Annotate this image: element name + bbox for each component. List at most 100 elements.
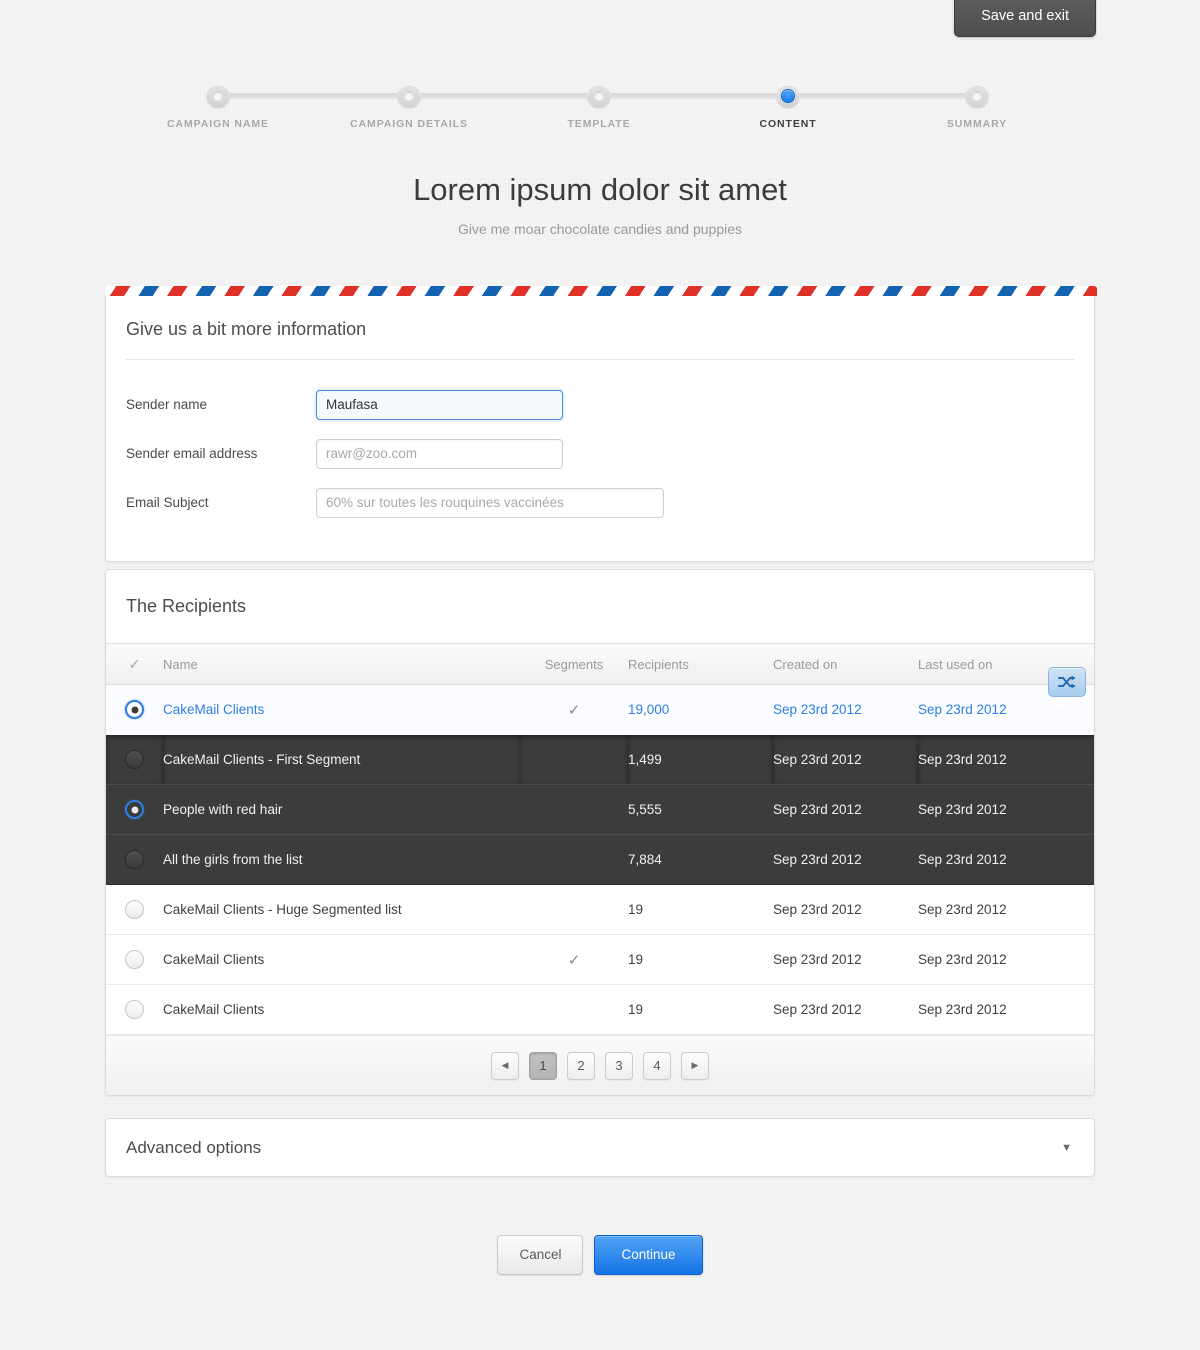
row-radio-cell[interactable]: [106, 684, 163, 735]
sender-name-input[interactable]: [316, 389, 563, 420]
row-recipients: 5,555: [628, 784, 773, 835]
radio-button[interactable]: [125, 1000, 144, 1019]
email-subject-input[interactable]: [316, 487, 664, 518]
recipients-table: ✓ Name Segments Recipients Created on La…: [106, 643, 1094, 1035]
radio-button[interactable]: [125, 749, 144, 769]
row-name[interactable]: All the girls from the list: [163, 834, 520, 885]
row-recipients: 7,884: [628, 834, 773, 885]
row-segments: [520, 734, 628, 785]
advanced-options-title: Advanced options: [126, 1137, 262, 1157]
row-recipients: 19,000: [628, 684, 773, 735]
recipients-title: The Recipients: [126, 596, 247, 616]
row-last-used-on: Sep 23rd 2012: [918, 784, 1094, 835]
row-recipients: 19: [628, 934, 773, 985]
pagination-page-3[interactable]: 3: [605, 1051, 633, 1080]
row-created-on: Sep 23rd 2012: [773, 884, 918, 935]
save-and-exit-button[interactable]: Save and exit: [954, 0, 1096, 37]
row-name[interactable]: CakeMail Clients: [163, 934, 520, 985]
header-recipients[interactable]: Recipients: [628, 643, 773, 685]
pagination: ◀ 1 2 3 4 ▶: [106, 1035, 1094, 1095]
chevron-down-icon[interactable]: ▼: [1061, 1142, 1094, 1154]
step-campaign-name[interactable]: CAMPAIGN NAME: [138, 70, 298, 130]
pagination-next[interactable]: ▶: [681, 1051, 709, 1080]
continue-button[interactable]: Continue: [594, 1235, 703, 1275]
radio-button[interactable]: [125, 800, 144, 819]
row-created-on: Sep 23rd 2012: [773, 934, 918, 985]
popover-pointer: [1051, 698, 1073, 709]
row-name[interactable]: CakeMail Clients - Huge Segmented list: [163, 884, 520, 935]
sender-email-input[interactable]: [316, 438, 563, 469]
form-row-sender-name: Sender name: [126, 380, 1074, 429]
radio-button[interactable]: [125, 900, 144, 919]
step-bullet-icon: [587, 84, 611, 108]
sender-form: Sender name Sender email address Email S…: [106, 360, 1094, 561]
table-row[interactable]: CakeMail Clients 19 Sep 23rd 2012 Sep 23…: [106, 984, 1094, 1035]
advanced-options-panel[interactable]: Advanced options ▼: [105, 1118, 1095, 1177]
table-row[interactable]: CakeMail Clients ✓ 19,000 Sep 23rd 2012 …: [106, 667, 1094, 735]
row-segments: [520, 884, 628, 935]
step-template[interactable]: TEMPLATE: [519, 70, 679, 130]
sender-email-label: Sender email address: [126, 446, 258, 461]
radio-button[interactable]: [125, 700, 144, 720]
pagination-prev[interactable]: ◀: [491, 1051, 519, 1080]
row-name[interactable]: CakeMail Clients: [163, 684, 520, 735]
step-campaign-details[interactable]: CAMPAIGN DETAILS: [329, 70, 489, 130]
step-label: SUMMARY: [946, 118, 1008, 130]
row-created-on: Sep 23rd 2012: [773, 684, 918, 735]
header-select-all[interactable]: ✓: [106, 643, 163, 685]
pagination-page-4[interactable]: 4: [643, 1051, 671, 1080]
table-row[interactable]: All the girls from the list 7,884 Sep 23…: [106, 834, 1094, 885]
step-summary[interactable]: SUMMARY: [897, 70, 1057, 130]
row-segments: ✓: [520, 934, 628, 985]
save-and-exit-label: Save and exit: [981, 8, 1069, 24]
page-subtitle: Give me moar chocolate candies and puppi…: [457, 221, 743, 237]
step-content[interactable]: CONTENT: [708, 70, 868, 130]
row-radio-cell[interactable]: [106, 984, 163, 1035]
row-last-used-on: Sep 23rd 2012: [918, 934, 1094, 985]
row-radio-cell[interactable]: [106, 884, 163, 935]
header-name[interactable]: Name: [163, 643, 520, 685]
table-row[interactable]: People with red hair 5,555 Sep 23rd 2012…: [106, 784, 1094, 835]
recipients-card: The Recipients ✓ Name Segments Recipient…: [105, 569, 1095, 1096]
cancel-button[interactable]: Cancel: [497, 1235, 584, 1275]
step-label: CAMPAIGN DETAILS: [350, 118, 468, 130]
table-row[interactable]: CakeMail Clients - First Segment 1,499 S…: [106, 734, 1094, 785]
row-name[interactable]: People with red hair: [163, 784, 520, 835]
header-created-on[interactable]: Created on: [773, 643, 918, 685]
row-radio-cell[interactable]: [106, 834, 163, 885]
row-recipients: 19: [628, 984, 773, 1035]
table-header-row: ✓ Name Segments Recipients Created on La…: [106, 643, 1094, 685]
shuffle-icon: [1058, 675, 1076, 689]
check-icon: ✓: [567, 701, 581, 719]
chevron-left-icon: ◀: [501, 1060, 509, 1070]
radio-button[interactable]: [125, 950, 144, 969]
form-row-sender-email: Sender email address: [126, 429, 1074, 478]
row-last-used-on: Sep 23rd 2012: [918, 702, 1007, 718]
row-name[interactable]: CakeMail Clients - First Segment: [163, 734, 520, 785]
row-name[interactable]: CakeMail Clients: [163, 984, 520, 1035]
email-subject-label: Email Subject: [126, 495, 209, 510]
page-header: Lorem ipsum dolor sit amet Give me moar …: [0, 172, 1200, 237]
table-row[interactable]: CakeMail Clients - Huge Segmented list 1…: [106, 884, 1094, 935]
shuffle-icon-button[interactable]: [1048, 667, 1086, 697]
row-created-on: Sep 23rd 2012: [773, 734, 918, 785]
row-segments: [520, 784, 628, 835]
footer-actions: Cancel Continue: [0, 1235, 1200, 1275]
chevron-right-icon: ▶: [691, 1060, 699, 1070]
form-row-email-subject: Email Subject: [126, 478, 1074, 527]
row-radio-cell[interactable]: [106, 734, 163, 785]
row-radio-cell[interactable]: [106, 934, 163, 985]
row-created-on: Sep 23rd 2012: [773, 784, 918, 835]
step-bullet-active-icon: [776, 84, 800, 108]
header-segments[interactable]: Segments: [520, 643, 628, 685]
row-created-on: Sep 23rd 2012: [773, 984, 918, 1035]
step-bullet-icon: [397, 84, 421, 108]
row-radio-cell[interactable]: [106, 784, 163, 835]
page-title: Lorem ipsum dolor sit amet: [413, 172, 787, 207]
pagination-page-2[interactable]: 2: [567, 1051, 595, 1080]
radio-button[interactable]: [125, 850, 144, 869]
wizard-step-indicator: CAMPAIGN NAME CAMPAIGN DETAILS TEMPLATE …: [0, 70, 1200, 140]
step-bullet-icon: [965, 84, 989, 108]
pagination-page-1[interactable]: 1: [529, 1051, 557, 1080]
table-row[interactable]: CakeMail Clients ✓ 19 Sep 23rd 2012 Sep …: [106, 934, 1094, 985]
